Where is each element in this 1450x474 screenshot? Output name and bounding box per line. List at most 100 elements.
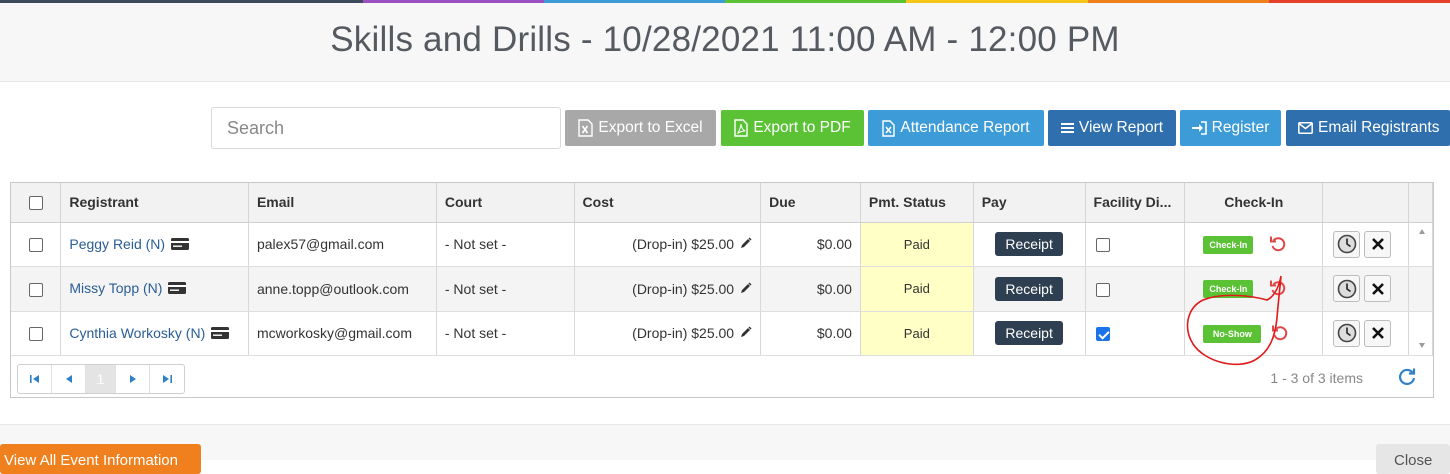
search-input[interactable] xyxy=(211,107,561,149)
court-cell: - Not set - xyxy=(436,222,575,267)
registrants-table: Registrant Email Court Cost Due Pmt. Sta… xyxy=(11,183,1433,356)
first-page-icon[interactable] xyxy=(18,365,52,393)
close-button[interactable]: Close xyxy=(1376,444,1450,474)
due-cell: $0.00 xyxy=(760,266,861,312)
court-cell: - Not set - xyxy=(436,311,575,356)
cost-cell: (Drop-in) $25.00 xyxy=(574,311,762,356)
page-title: Skills and Drills - 10/28/2021 11:00 AM … xyxy=(330,20,1120,59)
column-header-due[interactable]: Due xyxy=(760,183,861,223)
cost-cell: (Drop-in) $25.00 xyxy=(574,266,762,312)
last-page-icon[interactable] xyxy=(150,365,184,393)
pay-cell: Receipt xyxy=(973,222,1086,267)
registrant-link[interactable]: Peggy Reid (N) xyxy=(69,236,165,252)
pmt-status-cell: Paid xyxy=(860,311,974,356)
row-checkbox[interactable] xyxy=(28,327,43,342)
credit-card-icon[interactable] xyxy=(171,237,190,253)
select-all-header xyxy=(11,183,62,223)
pmt-status-cell: Paid xyxy=(860,222,974,267)
facility-checkbox[interactable] xyxy=(1095,327,1110,342)
excel-file-icon xyxy=(578,119,594,137)
view-report-button[interactable]: View Report xyxy=(1048,110,1176,146)
clock-icon[interactable] xyxy=(1333,275,1361,303)
row-select-cell xyxy=(11,266,62,312)
close-icon[interactable] xyxy=(1364,230,1392,258)
table-row: Peggy Reid (N) palex57@gmail.com - Not s… xyxy=(11,222,1433,267)
column-header-email[interactable]: Email xyxy=(248,183,437,223)
cost-value: (Drop-in) $25.00 xyxy=(632,325,735,342)
no-show-button[interactable]: No-Show xyxy=(1203,324,1262,343)
registrant-cell: Cynthia Workosky (N) xyxy=(60,311,249,356)
row-select-cell xyxy=(11,311,62,356)
column-header-court[interactable]: Court xyxy=(436,183,575,223)
vertical-scrollbar[interactable] xyxy=(1411,222,1433,356)
pager-items-count: 1 - 3 of 3 items xyxy=(1270,370,1363,386)
close-icon[interactable] xyxy=(1364,275,1392,303)
clock-icon[interactable] xyxy=(1333,230,1361,258)
facility-checkbox[interactable] xyxy=(1095,238,1110,253)
table-row: Missy Topp (N) anne.topp@outlook.com - N… xyxy=(11,266,1433,312)
close-icon[interactable] xyxy=(1364,319,1392,347)
facility-cell xyxy=(1085,266,1186,312)
registrant-link[interactable]: Cynthia Workosky (N) xyxy=(69,325,205,341)
export-pdf-label: Export to PDF xyxy=(753,119,851,136)
pencil-icon[interactable] xyxy=(740,325,752,341)
excel-file-icon xyxy=(882,119,896,137)
checkin-cell: No-Show xyxy=(1184,311,1324,356)
undo-icon[interactable] xyxy=(1271,323,1289,344)
pmt-status-cell: Paid xyxy=(860,266,974,312)
page-header: Skills and Drills - 10/28/2021 11:00 AM … xyxy=(0,3,1450,82)
pay-cell: Receipt xyxy=(973,311,1086,356)
email-registrants-label: Email Registrants xyxy=(1318,119,1440,136)
column-header-cost[interactable]: Cost xyxy=(574,183,762,223)
checkin-cell: Check-In xyxy=(1184,266,1324,312)
due-cell: $0.00 xyxy=(760,222,861,267)
next-page-icon[interactable] xyxy=(116,365,150,393)
row-checkbox[interactable] xyxy=(28,238,43,253)
cost-value: (Drop-in) $25.00 xyxy=(632,280,735,297)
credit-card-icon[interactable] xyxy=(211,326,230,342)
column-header-facility[interactable]: Facility Di... xyxy=(1085,183,1186,223)
court-cell: - Not set - xyxy=(436,266,575,312)
pencil-icon[interactable] xyxy=(740,281,752,297)
email-cell: palex57@gmail.com xyxy=(248,222,437,267)
pencil-icon[interactable] xyxy=(740,236,752,252)
sign-in-icon xyxy=(1191,121,1207,135)
prev-page-icon[interactable] xyxy=(52,365,86,393)
column-header-pay[interactable]: Pay xyxy=(973,183,1086,223)
receipt-button[interactable]: Receipt xyxy=(995,276,1064,301)
facility-checkbox[interactable] xyxy=(1095,282,1110,297)
credit-card-icon[interactable] xyxy=(168,281,187,297)
refresh-icon[interactable] xyxy=(1397,367,1417,392)
pager: 1 xyxy=(17,364,185,394)
table-row: Cynthia Workosky (N) mcworkosky@gmail.co… xyxy=(11,311,1433,356)
column-header-registrant[interactable]: Registrant xyxy=(60,183,249,223)
actions-cell xyxy=(1322,311,1409,356)
column-header-checkin[interactable]: Check-In xyxy=(1184,183,1324,223)
row-checkbox[interactable] xyxy=(28,282,43,297)
export-excel-button[interactable]: Export to Excel xyxy=(565,110,716,146)
facility-cell xyxy=(1085,311,1186,356)
receipt-button[interactable]: Receipt xyxy=(995,232,1064,257)
undo-icon[interactable] xyxy=(1269,278,1287,299)
clock-icon[interactable] xyxy=(1333,319,1361,347)
facility-cell xyxy=(1085,222,1186,267)
registrant-cell: Peggy Reid (N) xyxy=(60,222,249,267)
pdf-file-icon xyxy=(734,119,749,137)
email-registrants-button[interactable]: Email Registrants xyxy=(1286,110,1450,146)
column-header-actions xyxy=(1322,183,1409,223)
select-all-checkbox[interactable] xyxy=(28,196,43,211)
export-pdf-button[interactable]: Export to PDF xyxy=(721,110,864,146)
view-all-event-info-button[interactable]: View All Event Information xyxy=(0,444,201,474)
register-button[interactable]: Register xyxy=(1180,110,1281,146)
attendance-report-button[interactable]: Attendance Report xyxy=(868,110,1044,146)
column-header-scroll-gap xyxy=(1408,183,1433,223)
column-header-pmt-status[interactable]: Pmt. Status xyxy=(860,183,974,223)
receipt-button[interactable]: Receipt xyxy=(995,321,1064,346)
check-in-button[interactable]: Check-In xyxy=(1203,235,1254,254)
footer-bar xyxy=(0,424,1450,460)
undo-icon[interactable] xyxy=(1269,234,1287,255)
registrant-link[interactable]: Missy Topp (N) xyxy=(69,280,162,296)
current-page[interactable]: 1 xyxy=(86,365,116,393)
check-in-button[interactable]: Check-In xyxy=(1203,280,1254,299)
registrants-grid: Registrant Email Court Cost Due Pmt. Sta… xyxy=(10,182,1434,398)
